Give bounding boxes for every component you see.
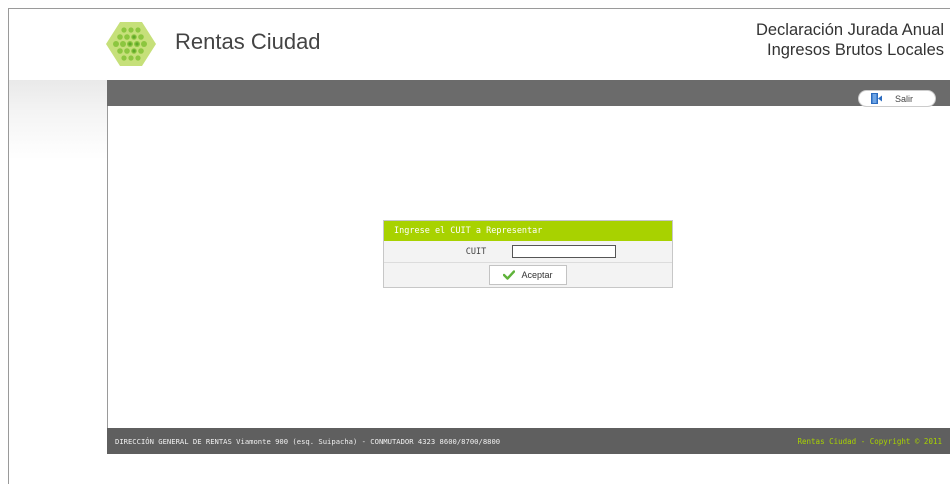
exit-button[interactable]: Salir	[858, 90, 936, 107]
cuit-button-row: Aceptar	[384, 263, 672, 287]
top-bar: Salir	[107, 80, 950, 107]
footer-address: DIRECCIÓN GENERAL DE RENTAS Viamonte 900…	[115, 436, 501, 446]
accept-button-label: Aceptar	[521, 270, 553, 280]
page-title-line2: Ingresos Brutos Locales	[766, 41, 944, 59]
left-gradient-strip	[9, 80, 107, 160]
checkmark-icon	[503, 270, 516, 280]
exit-button-label: Salir	[895, 93, 914, 104]
cuit-label: CUIT	[465, 246, 487, 257]
cuit-form-heading: Ingrese el CUIT a Representar	[384, 221, 672, 241]
accept-button[interactable]: Aceptar	[489, 265, 567, 285]
exit-door-icon	[871, 93, 882, 104]
cuit-row: CUIT	[384, 241, 672, 263]
rentas-ciudad-logo	[106, 22, 156, 66]
page-title-line1: Declaración Jurada Anual	[755, 21, 944, 39]
footer-bar: DIRECCIÓN GENERAL DE RENTAS Viamonte 900…	[107, 428, 950, 454]
cuit-input[interactable]	[512, 245, 616, 258]
footer-copyright: Rentas Ciudad - Copyright © 2011	[797, 436, 943, 446]
cuit-form: Ingrese el CUIT a Representar CUIT Acept…	[383, 220, 673, 288]
brand-name: Rentas Ciudad	[175, 29, 321, 54]
frame-top-border	[8, 8, 950, 9]
page-title: Declaración Jurada Anual Ingresos Brutos…	[756, 20, 944, 60]
